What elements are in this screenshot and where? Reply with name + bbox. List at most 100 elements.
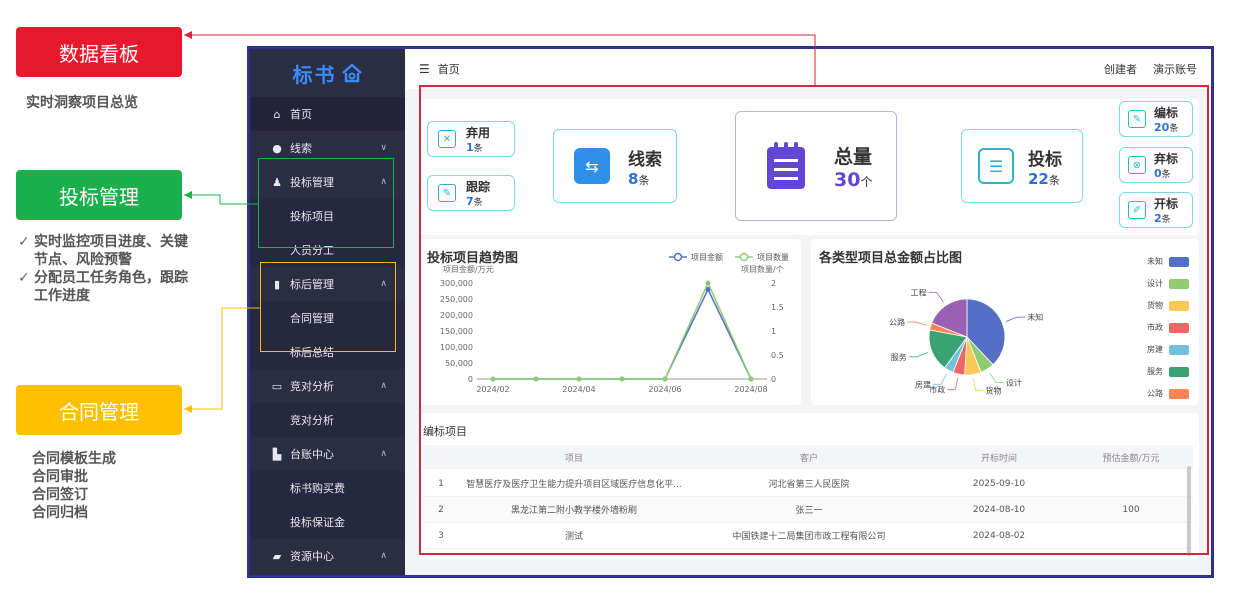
pie-legend-swatch[interactable]: [1169, 279, 1189, 289]
pie-legend-swatch[interactable]: [1169, 367, 1189, 377]
dashboard-callout: 数据看板: [16, 27, 182, 77]
trend-ytick-left: 50,000: [445, 359, 473, 368]
dashboard-main: ✕ 弃用 1条 ✎ 跟踪 7条 ⇆ 线索 8条 总量 30个 ☰ 投标 22条 …: [405, 89, 1211, 575]
contract-notes: 合同模板生成 合同审批 合同签订 合同归档: [32, 450, 116, 522]
legend-count[interactable]: 项目数量: [757, 252, 789, 262]
stat-bid[interactable]: ☰ 投标 22条: [961, 129, 1083, 203]
stat-abandon[interactable]: ✕ 弃用 1条: [427, 121, 515, 157]
trend-point[interactable]: [533, 376, 539, 382]
pie-legend-label[interactable]: 市政: [1147, 322, 1163, 332]
pie-legend-label[interactable]: 未知: [1147, 256, 1163, 266]
stat-total[interactable]: 总量 30个: [735, 111, 897, 221]
header-client[interactable]: 客户: [689, 445, 929, 469]
sidebar-item-post-bid-summary[interactable]: 标后总结: [250, 335, 405, 369]
pin-icon: ●: [272, 141, 282, 155]
sidebar-item-tender-fee[interactable]: 标书购买费: [250, 471, 405, 505]
edit-icon: ✎: [1128, 110, 1146, 128]
stat-value: 7: [466, 195, 474, 208]
table-row[interactable]: 1 智慧医疗及医疗卫生能力提升项目区域医疗信息化平... 河北省第三人民医院 2…: [423, 471, 1193, 497]
pie-legend-swatch[interactable]: [1169, 389, 1189, 399]
row-index: 1: [438, 478, 444, 489]
pie-legend-label[interactable]: 货物: [1147, 300, 1163, 310]
trend-ytick-right: 1.5: [771, 303, 784, 312]
pie-legend-swatch[interactable]: [1169, 345, 1189, 355]
flow-icon: ⇆: [574, 148, 610, 184]
trend-point[interactable]: [748, 376, 754, 382]
stat-value: 30: [834, 168, 861, 191]
table-row[interactable]: 2 黑龙江第二附小教学楼外墙粉刷 张三一 2024-08-10 100: [423, 497, 1193, 523]
sidebar-item-competitor-analysis[interactable]: 竞对分析: [250, 403, 405, 437]
chevron-up-icon: ∧: [380, 551, 387, 561]
trend-point[interactable]: [705, 280, 711, 286]
pie-legend-label[interactable]: 公路: [1147, 388, 1163, 398]
header-open-date[interactable]: 开标时间: [929, 445, 1069, 469]
pie-legend-label[interactable]: 设计: [1147, 278, 1163, 288]
pie-legend-swatch[interactable]: [1169, 257, 1189, 267]
dashboard-note: 实时洞察项目总览: [26, 95, 138, 111]
trend-series-line-0: [493, 287, 752, 380]
stat-label: 总量: [834, 145, 873, 168]
trend-point[interactable]: [576, 376, 582, 382]
sidebar-item-resources[interactable]: ▰ 资源中心 ∧: [250, 539, 405, 573]
stat-unit: 条: [473, 198, 483, 208]
sidebar-item-bid-management[interactable]: ♟ 投标管理 ∧: [250, 165, 405, 199]
pie-legend-swatch[interactable]: [1169, 323, 1189, 333]
stat-clue[interactable]: ⇆ 线索 8条: [553, 129, 677, 203]
legend-amount[interactable]: 项目金额: [691, 252, 723, 262]
sidebar-item-clues[interactable]: ● 线索 ∨: [250, 131, 405, 165]
trend-point[interactable]: [490, 376, 496, 382]
cancel-doc-icon: ⊗: [1128, 156, 1146, 174]
stat-label: 弃标: [1154, 152, 1179, 166]
user-icon: ♟: [272, 175, 282, 189]
sidebar-item-contract-management[interactable]: 合同管理: [250, 301, 405, 335]
open-doc-icon: ✐: [1128, 201, 1146, 219]
sidebar-item-post-bid[interactable]: ▮ 标后管理 ∧: [250, 267, 405, 301]
sidebar-item-staff-assignment[interactable]: 人员分工: [250, 233, 405, 267]
sidebar-item-ledger[interactable]: ▙ 台账中心 ∧: [250, 437, 405, 471]
chevron-up-icon: ∧: [380, 381, 387, 391]
row-project[interactable]: 黑龙江第二附小教学楼外墙粉刷: [459, 497, 689, 522]
trend-ytick-right: 0: [771, 375, 776, 384]
sidebar-item-bid-projects[interactable]: 投标项目: [250, 199, 405, 233]
stat-edit-bid[interactable]: ✎ 编标 20条: [1119, 101, 1193, 137]
pie-legend-swatch[interactable]: [1169, 301, 1189, 311]
pie-legend-label[interactable]: 房建: [1147, 344, 1163, 354]
pie-label: 货物: [985, 385, 1001, 395]
sidebar-item-bid-bond[interactable]: 投标保证金: [250, 505, 405, 539]
trend-point[interactable]: [619, 376, 625, 382]
header-estimate[interactable]: 预估金额/万元: [1069, 445, 1193, 469]
app-window: 标书 ⌂ 首页 ● 线索 ∨ ♟ 投标管理 ∧ 投标项目 人员分工 ▮ 标后管理 ∧ 合同管理…: [247, 46, 1214, 578]
stat-follow[interactable]: ✎ 跟踪 7条: [427, 175, 515, 211]
trend-ylabel-left: 项目金额/万元: [443, 264, 494, 274]
breadcrumb[interactable]: 首页: [438, 61, 460, 77]
trend-point[interactable]: [662, 376, 668, 382]
contract-note-2: 合同审批: [32, 469, 88, 485]
chart-icon: ▮: [273, 277, 281, 291]
pie-legend-label[interactable]: 服务: [1147, 366, 1163, 376]
logo[interactable]: 标书: [250, 49, 405, 97]
table-row[interactable]: 3 测试 中国铁建十二局集团市政工程有限公司 2024-08-02: [423, 523, 1193, 549]
dashboard-arrow-head: [184, 31, 192, 39]
table-scrollbar[interactable]: [1187, 466, 1191, 556]
stat-label: 编标: [1154, 106, 1179, 120]
pie-label-line: [947, 377, 959, 391]
stat-abandon-bid[interactable]: ⊗ 弃标 0条: [1119, 147, 1193, 183]
sidebar: 标书 ⌂ 首页 ● 线索 ∨ ♟ 投标管理 ∧ 投标项目 人员分工 ▮ 标后管理 ∧ 合同管理…: [250, 49, 405, 575]
header-project[interactable]: 项目: [459, 445, 689, 469]
row-project[interactable]: 智慧医疗及医疗卫生能力提升项目区域医疗信息化平...: [459, 471, 689, 496]
contract-note-1: 合同模板生成: [32, 451, 116, 467]
pie-label-line: [1005, 316, 1026, 322]
sidebar-item-competitor[interactable]: ▭ 竞对分析 ∧: [250, 369, 405, 403]
logo-text: 标书: [292, 62, 337, 87]
row-project[interactable]: 测试: [459, 523, 689, 548]
menu-icon[interactable]: ☰: [419, 62, 430, 76]
logo-house-icon: [341, 63, 362, 83]
sidebar-item-home[interactable]: ⌂ 首页: [250, 97, 405, 131]
row-estimate: 100: [1122, 504, 1140, 515]
sidebar-item-label: 投标管理: [290, 176, 334, 189]
trend-chart-panel: 投标项目趋势图 项目金额/万元 项目数量/个 项目金额 项目数量 300,000…: [419, 239, 801, 405]
trend-xtick: 2024/08: [734, 385, 767, 394]
user-account[interactable]: 演示账号: [1153, 61, 1197, 77]
stat-open-bid[interactable]: ✐ 开标 2条: [1119, 192, 1193, 228]
chevron-up-icon: ∧: [380, 177, 387, 187]
